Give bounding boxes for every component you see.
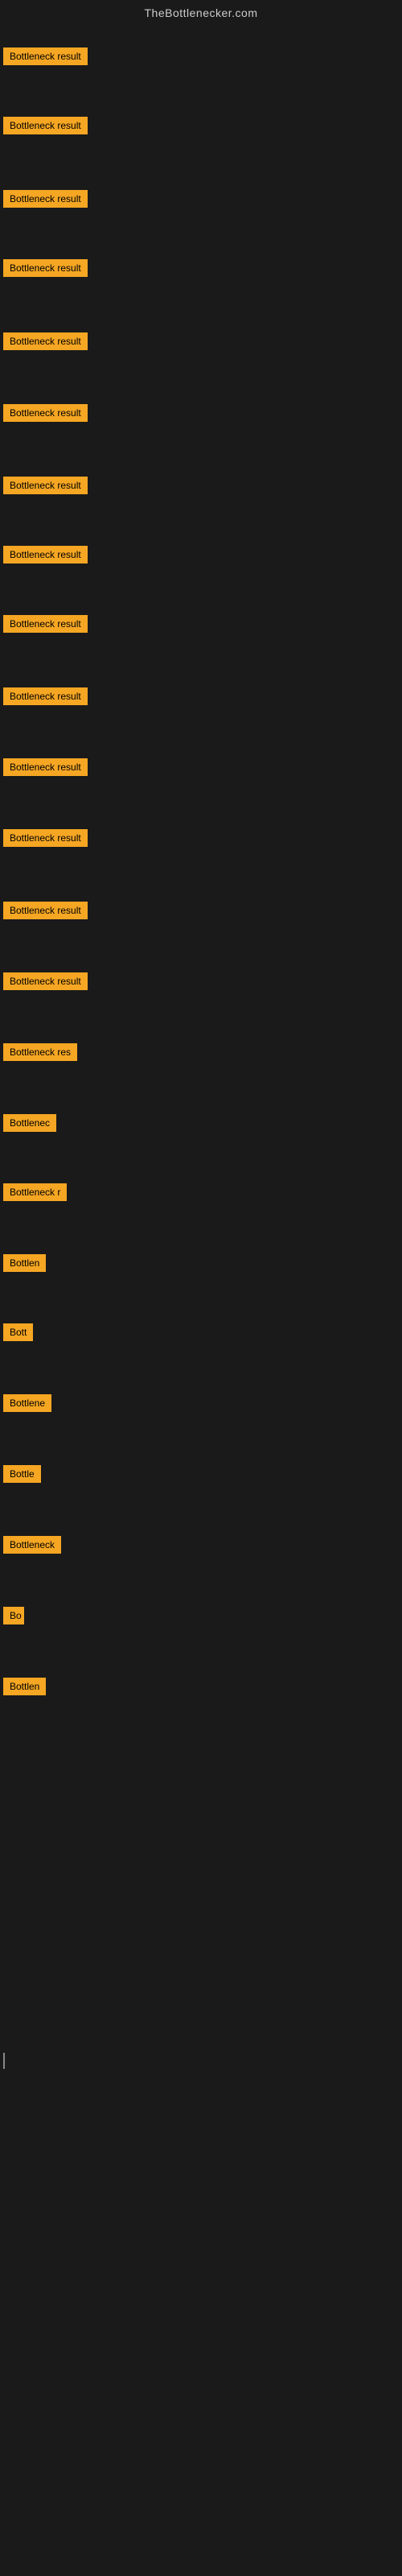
site-title: TheBottlenecker.com bbox=[0, 0, 402, 23]
bottleneck-item-2[interactable]: Bottleneck result bbox=[3, 117, 88, 134]
items-container: Bottleneck result Bottleneck result Bottle… bbox=[0, 23, 402, 1955]
cursor-line bbox=[3, 2053, 5, 2069]
bottleneck-item-5[interactable]: Bottleneck result bbox=[3, 332, 88, 350]
bottleneck-item-1[interactable]: Bottleneck result bbox=[3, 47, 88, 65]
bottleneck-item-22[interactable]: Bottleneck bbox=[3, 1536, 61, 1554]
bottleneck-item-13[interactable]: Bottleneck result bbox=[3, 902, 88, 919]
bottleneck-item-20[interactable]: Bottlene bbox=[3, 1394, 51, 1412]
bottleneck-item-4[interactable]: Bottleneck result bbox=[3, 259, 88, 277]
bottleneck-item-21[interactable]: Bottle bbox=[3, 1465, 41, 1483]
bottleneck-item-3[interactable]: Bottleneck result bbox=[3, 190, 88, 208]
bottleneck-item-14[interactable]: Bottleneck result bbox=[3, 972, 88, 990]
bottleneck-item-8[interactable]: Bottleneck result bbox=[3, 546, 88, 564]
bottleneck-item-11[interactable]: Bottleneck result bbox=[3, 758, 88, 776]
bottleneck-item-17[interactable]: Bottleneck r bbox=[3, 1183, 67, 1201]
bottleneck-item-7[interactable]: Bottleneck result bbox=[3, 477, 88, 494]
bottleneck-item-10[interactable]: Bottleneck result bbox=[3, 687, 88, 705]
bottleneck-item-24[interactable]: Bottlen bbox=[3, 1678, 46, 1695]
bottleneck-item-6[interactable]: Bottleneck result bbox=[3, 404, 88, 422]
bottleneck-item-18[interactable]: Bottlen bbox=[3, 1254, 46, 1272]
bottleneck-item-16[interactable]: Bottlenec bbox=[3, 1114, 56, 1132]
bottleneck-item-15[interactable]: Bottleneck res bbox=[3, 1043, 77, 1061]
bottleneck-item-23[interactable]: Bo bbox=[3, 1607, 24, 1624]
bottleneck-item-12[interactable]: Bottleneck result bbox=[3, 829, 88, 847]
bottleneck-item-19[interactable]: Bott bbox=[3, 1323, 33, 1341]
bottleneck-item-9[interactable]: Bottleneck result bbox=[3, 615, 88, 633]
